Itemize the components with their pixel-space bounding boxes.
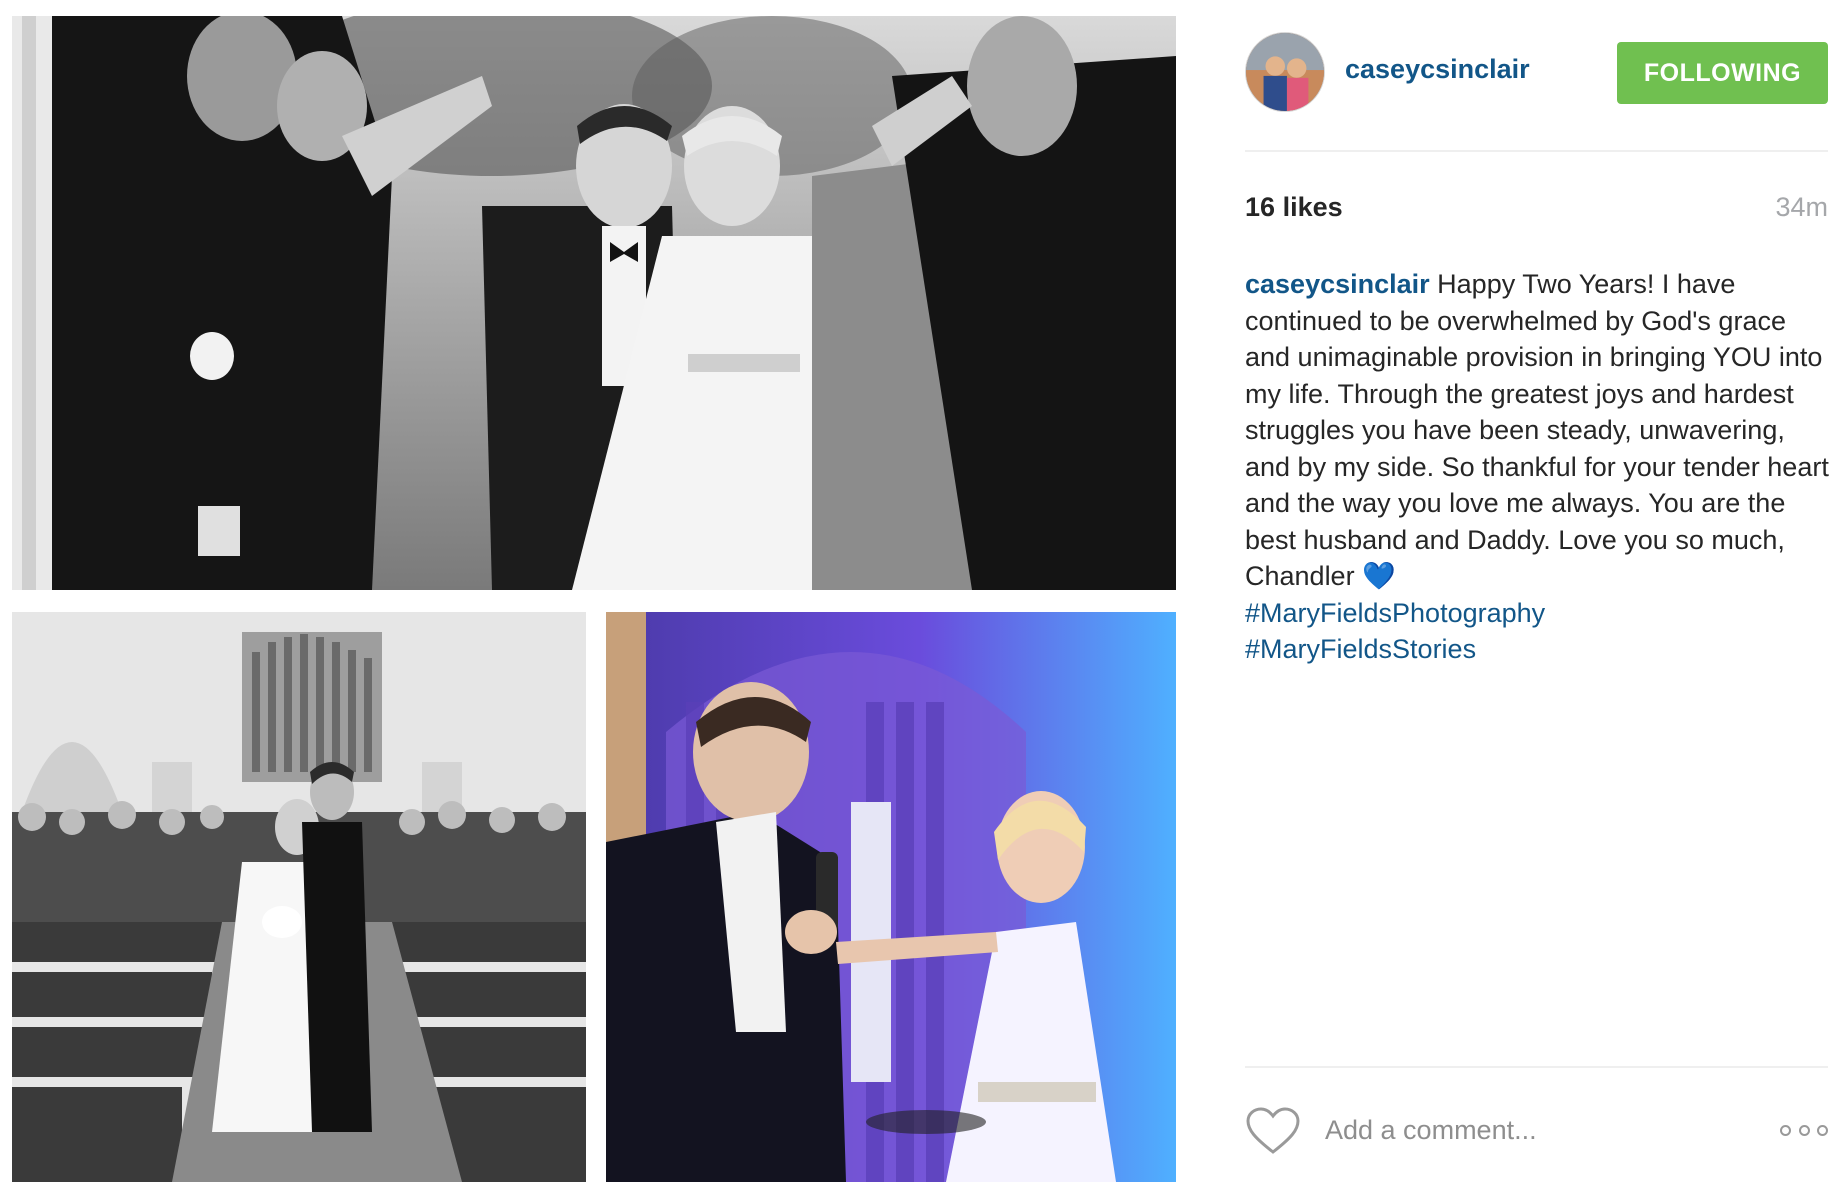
divider — [1245, 150, 1828, 152]
heart-outline-icon[interactable] — [1245, 1106, 1301, 1156]
post-media[interactable] — [0, 0, 1183, 1182]
photo-recessional — [12, 16, 1176, 590]
post-stats: 16 likes 34m — [1245, 192, 1828, 232]
comment-bar — [1245, 1100, 1828, 1160]
post-caption: caseycsinclair Happy Two Years! I have c… — [1245, 266, 1835, 668]
divider — [1245, 1066, 1828, 1068]
avatar[interactable] — [1245, 32, 1325, 112]
caption-username-link[interactable]: caseycsinclair — [1245, 269, 1430, 299]
username-link[interactable]: caseycsinclair — [1345, 54, 1530, 85]
post-sidebar: caseycsinclair FOLLOWING 16 likes 34m ca… — [1183, 0, 1846, 1182]
dot — [1798, 1124, 1810, 1136]
hashtag-link[interactable]: #MaryFieldsStories — [1245, 631, 1835, 668]
likes-label: likes — [1282, 192, 1343, 222]
caption-text: Happy Two Years! I have continued to be … — [1245, 269, 1829, 591]
photo-reception-mic — [606, 612, 1176, 1182]
hashtag-link[interactable]: #MaryFieldsPhotography — [1245, 595, 1835, 632]
photo-church-kiss — [12, 612, 586, 1182]
more-options-icon[interactable] — [1780, 1120, 1828, 1140]
instagram-post: caseycsinclair FOLLOWING 16 likes 34m ca… — [0, 0, 1846, 1182]
likes-count[interactable]: 16 likes — [1245, 192, 1343, 223]
likes-number: 16 — [1245, 192, 1276, 222]
post-header: caseycsinclair FOLLOWING — [1245, 32, 1828, 112]
comment-input[interactable] — [1325, 1108, 1725, 1152]
blue-heart-icon: 💙 — [1362, 561, 1396, 591]
dot — [1780, 1124, 1791, 1136]
following-button[interactable]: FOLLOWING — [1617, 42, 1828, 104]
post-timestamp[interactable]: 34m — [1775, 192, 1828, 223]
dot — [1817, 1124, 1828, 1136]
